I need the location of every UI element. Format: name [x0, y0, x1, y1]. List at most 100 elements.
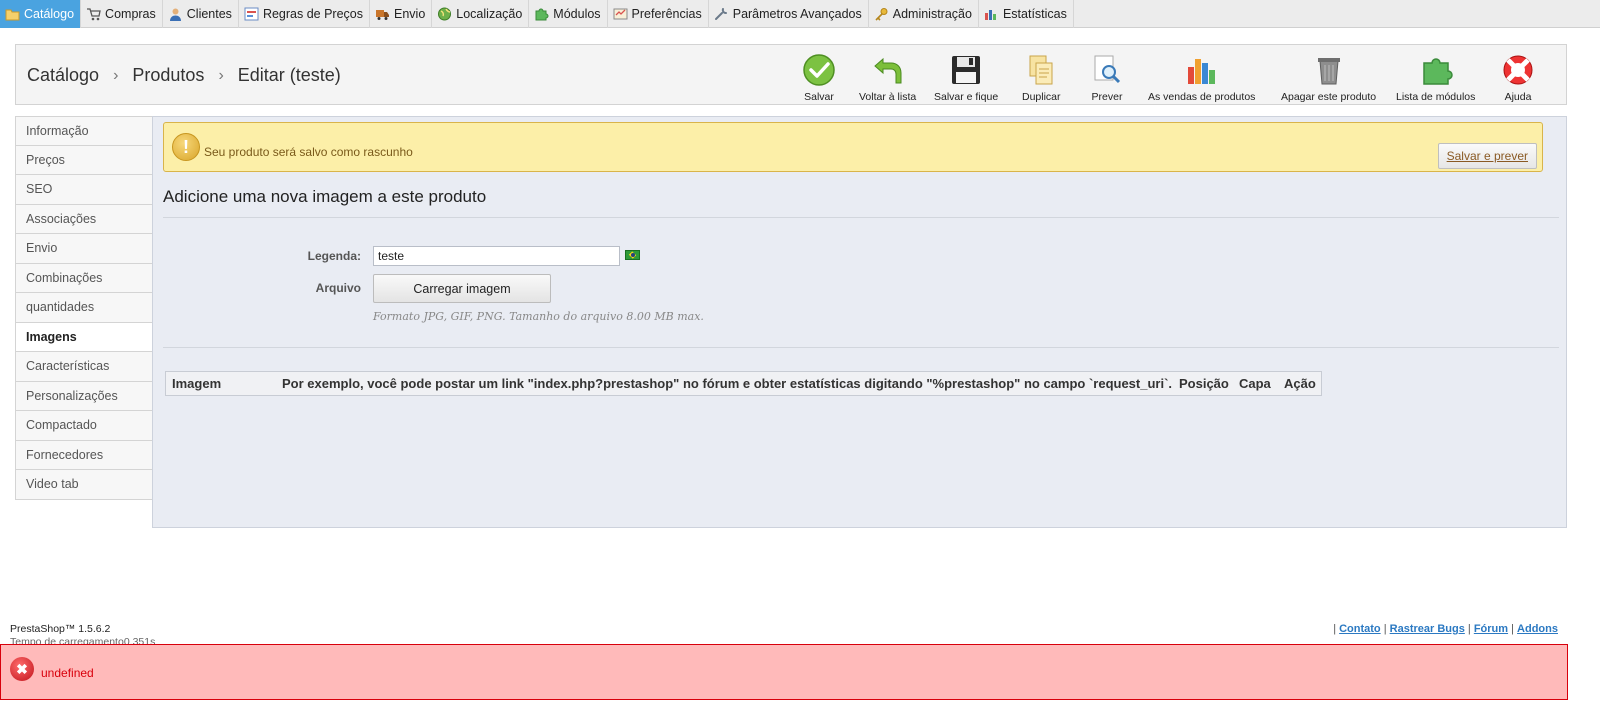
- breadcrumb-separator: ›: [113, 66, 119, 84]
- product-sales-button[interactable]: As vendas de produtos: [1148, 53, 1255, 103]
- draft-warning-banner: ! Seu produto será salvo como rascunho S…: [163, 122, 1543, 172]
- tab-regras-de-precos[interactable]: Regras de Preços: [239, 0, 370, 28]
- preferences-icon: [613, 7, 628, 21]
- file-label: Arquivo: [315, 281, 361, 295]
- sidebar-item-seo[interactable]: SEO: [15, 175, 153, 205]
- page-header-toolbar: Catálogo › Produtos › Editar (teste) Sal…: [15, 44, 1567, 105]
- images-table-header: Imagem Por exemplo, você pode postar um …: [165, 371, 1322, 396]
- user-icon: [168, 7, 183, 21]
- floppy-icon: [952, 56, 981, 84]
- tab-modulos[interactable]: Módulos: [529, 0, 608, 28]
- error-text: undefined: [41, 666, 94, 680]
- tab-label: Preferências: [631, 7, 702, 21]
- brazil-flag-icon[interactable]: [625, 250, 640, 260]
- sales-chart-icon: [1187, 59, 1215, 84]
- tab-label: Módulos: [553, 7, 601, 21]
- sidebar-item-video-tab[interactable]: Video tab: [15, 470, 153, 500]
- sidebar-item-precos[interactable]: Preços: [15, 145, 153, 175]
- sidebar-item-fornecedores[interactable]: Fornecedores: [15, 440, 153, 470]
- price-rules-icon: [244, 7, 259, 21]
- footer-link-contato[interactable]: Contato: [1339, 623, 1381, 635]
- tab-estatisticas[interactable]: Estatísticas: [979, 0, 1074, 28]
- tab-clientes[interactable]: Clientes: [163, 0, 239, 28]
- column-header-imagem: Imagem: [172, 376, 222, 391]
- top-navigation: Catálogo Compras Clientes Regras de Preç…: [0, 0, 1600, 28]
- footer-link-addons[interactable]: Addons: [1517, 623, 1558, 635]
- preview-button[interactable]: Prever: [1090, 53, 1124, 103]
- tab-envio[interactable]: Envio: [370, 0, 433, 28]
- sidebar-item-associacoes[interactable]: Associações: [15, 204, 153, 234]
- help-button[interactable]: Ajuda: [1501, 53, 1535, 103]
- folder-icon: [5, 7, 20, 21]
- wrench-icon: [714, 7, 729, 21]
- breadcrumb-current: Editar (teste): [237, 65, 341, 85]
- column-header-capa: Capa: [1239, 376, 1271, 391]
- globe-icon: [437, 7, 452, 21]
- tab-catalogo[interactable]: Catálogo: [0, 0, 82, 28]
- key-icon: [874, 7, 889, 21]
- back-to-list-button[interactable]: Voltar à lista: [859, 53, 916, 103]
- tab-localizacao[interactable]: Localização: [432, 0, 530, 28]
- footer-link-forum[interactable]: Fórum: [1474, 623, 1508, 635]
- footer-link-rastrear-bugs[interactable]: Rastrear Bugs: [1390, 623, 1465, 635]
- column-header-legend: Por exemplo, você pode postar um link "i…: [282, 376, 1173, 391]
- help-label: Ajuda: [1504, 91, 1532, 103]
- tab-label: Estatísticas: [1002, 7, 1067, 21]
- cart-icon: [86, 7, 101, 21]
- close-error-icon[interactable]: ✖: [10, 657, 34, 681]
- duplicate-button[interactable]: Duplicar: [1022, 53, 1061, 103]
- check-icon: [803, 54, 835, 86]
- sidebar-item-compactado[interactable]: Compactado: [15, 411, 153, 441]
- bar-chart-icon: [984, 7, 999, 21]
- breadcrumb: Catálogo › Produtos › Editar (teste): [27, 65, 341, 86]
- save-label: Salvar: [804, 91, 834, 103]
- tab-compras[interactable]: Compras: [81, 0, 163, 28]
- tab-label: Administração: [892, 7, 972, 21]
- save-and-stay-label: Salvar e fique: [934, 91, 999, 103]
- sidebar-item-quantidades[interactable]: quantidades: [15, 293, 153, 323]
- modules-list-label: Lista de módulos: [1396, 91, 1476, 103]
- tab-label: Parâmetros Avançados: [732, 7, 862, 21]
- product-tabs-sidebar: Informação Preços SEO Associações Envio …: [15, 116, 153, 500]
- column-header-acao: Ação: [1284, 376, 1316, 391]
- divider: [163, 217, 1559, 218]
- tab-label: Compras: [105, 7, 156, 21]
- sidebar-item-caracteristicas[interactable]: Características: [15, 352, 153, 382]
- caption-input[interactable]: [373, 246, 620, 266]
- modules-icon: [1422, 58, 1453, 85]
- tab-label: Regras de Preços: [262, 7, 363, 21]
- images-panel: ! Seu produto será salvo como rascunho S…: [152, 116, 1567, 528]
- breadcrumb-catalogo[interactable]: Catálogo: [27, 65, 99, 86]
- delete-product-label: Apagar este produto: [1281, 91, 1377, 103]
- modules-list-button[interactable]: Lista de módulos: [1396, 53, 1475, 103]
- delete-product-button[interactable]: Apagar este produto: [1281, 53, 1376, 103]
- draft-warning-text: Seu produto será salvo como rascunho: [204, 145, 413, 159]
- tab-parametros-avancados[interactable]: Parâmetros Avançados: [709, 0, 869, 28]
- section-title: Adicione uma nova imagem a este produto: [163, 187, 487, 206]
- save-and-preview-button[interactable]: Salvar e prever: [1437, 143, 1537, 169]
- lifebuoy-icon: [1503, 55, 1533, 85]
- back-arrow-icon: [873, 57, 902, 84]
- tab-label: Envio: [394, 7, 426, 21]
- save-button[interactable]: Salvar: [802, 53, 836, 103]
- tab-administracao[interactable]: Administração: [869, 0, 979, 28]
- preview-label: Prever: [1091, 91, 1123, 103]
- sidebar-item-informacao[interactable]: Informação: [15, 116, 153, 146]
- caption-label: Legenda:: [307, 249, 361, 263]
- sidebar-item-combinacoes[interactable]: Combinações: [15, 263, 153, 293]
- tab-label: Catálogo: [24, 7, 75, 21]
- exclamation-icon: !: [172, 133, 200, 161]
- footer-version: PrestaShop™ 1.5.6.2: [10, 623, 111, 635]
- duplicate-label: Duplicar: [1022, 91, 1061, 103]
- save-and-stay-button[interactable]: Salvar e fique: [934, 53, 998, 103]
- upload-image-button[interactable]: Carregar imagem: [373, 274, 551, 303]
- product-sales-label: As vendas de produtos: [1148, 91, 1256, 103]
- breadcrumb-produtos[interactable]: Produtos: [132, 65, 204, 86]
- back-to-list-label: Voltar à lista: [859, 91, 917, 103]
- tab-label: Clientes: [186, 7, 232, 21]
- sidebar-item-personalizacoes[interactable]: Personalizações: [15, 381, 153, 411]
- tab-preferencias[interactable]: Preferências: [608, 0, 709, 28]
- sidebar-item-imagens[interactable]: Imagens: [15, 322, 153, 352]
- sidebar-item-envio[interactable]: Envio: [15, 234, 153, 264]
- file-format-hint: Formato JPG, GIF, PNG. Tamanho do arquiv…: [373, 310, 704, 323]
